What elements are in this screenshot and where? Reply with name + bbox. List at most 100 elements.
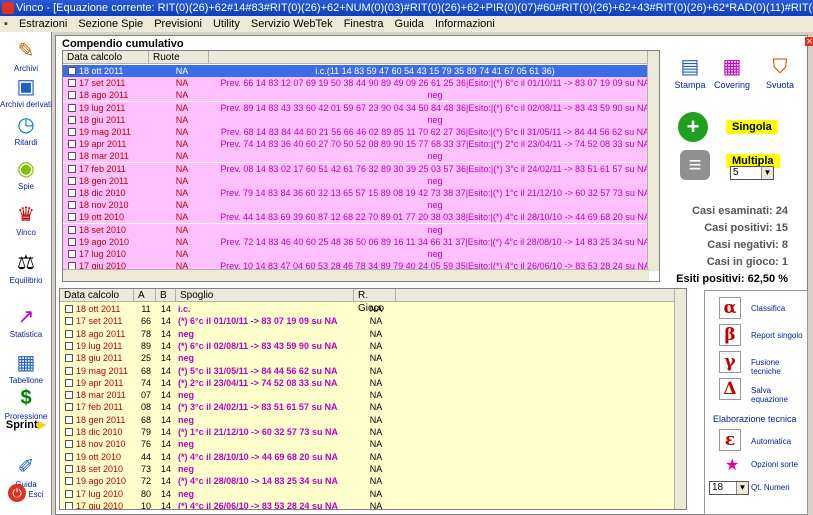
vertical-scrollbar[interactable] [674, 289, 686, 509]
table-row[interactable]: 18 gen 2011 68 14 neg NA [60, 414, 676, 426]
row-checkbox[interactable] [65, 354, 73, 363]
table-row[interactable]: 19 lug 2011 89 14 (*) 6°c il 02/08/11 -> 83… [60, 340, 676, 352]
menu-previsioni[interactable]: Previsioni [150, 18, 206, 30]
row-checkbox[interactable] [68, 164, 76, 173]
table-row[interactable]: 18 set 2010 NA neg [63, 223, 649, 236]
gamma-icon[interactable]: γ [719, 351, 741, 373]
table-row[interactable]: 17 feb 2011 NA Prev. 08 14 83 02 17 60 51 … [63, 162, 650, 175]
row-checkbox[interactable] [68, 115, 76, 124]
opzioni-sorte-label[interactable]: Opzioni sorte [751, 460, 798, 469]
table-row[interactable]: 19 apr 2011 74 14 (*) 2°c il 23/04/11 -> 74… [60, 377, 676, 389]
col-header-r-gioco[interactable]: R. Gioco [354, 289, 396, 314]
table-row[interactable]: 19 ott 2010 44 14 (*) 4°c il 28/10/10 -> 44… [60, 451, 676, 463]
table-row[interactable]: 18 set 2010 73 14 neg NA [60, 463, 676, 475]
vertical-scrollbar[interactable] [647, 51, 659, 271]
multipla-select[interactable]: 5 ▼ [730, 166, 774, 180]
row-checkbox[interactable] [68, 128, 76, 136]
fusione-tecniche-label[interactable]: Fusione tecniche [751, 358, 807, 376]
row-checkbox[interactable] [68, 189, 76, 197]
col-header-b[interactable]: B [156, 289, 176, 302]
table-row[interactable]: 17 set 2011 NA Prev. 66 14 83 12 07 69 19 … [63, 77, 650, 90]
star-icon[interactable]: ★ [725, 455, 739, 475]
menu-sezione-spie[interactable]: Sezione Spie [74, 18, 147, 30]
covering-button[interactable]: ▦ Covering [712, 54, 752, 90]
tool-sprint[interactable]: Sprint▶ [0, 418, 52, 432]
classifica-label[interactable]: Classifica [751, 304, 785, 313]
table-row[interactable]: 17 lug 2010 80 14 neg NA [60, 488, 676, 500]
row-checkbox[interactable] [68, 140, 76, 149]
row-checkbox[interactable] [65, 464, 73, 473]
col-header-ruote[interactable]: Ruote [149, 51, 209, 64]
epsilon-icon[interactable]: ε [719, 429, 741, 451]
tool-equilibrio[interactable]: ⚖ Equilibrio [0, 248, 52, 286]
row-checkbox[interactable] [68, 152, 76, 161]
row-checkbox[interactable] [65, 378, 73, 387]
row-checkbox[interactable] [65, 317, 73, 326]
table-row[interactable]: 18 nov 2010 NA neg [63, 199, 649, 212]
row-checkbox[interactable] [65, 341, 73, 350]
menu-informazioni[interactable]: Informazioni [431, 18, 499, 30]
row-checkbox[interactable] [65, 366, 73, 375]
row-checkbox[interactable] [68, 213, 76, 222]
menu-estrazioni[interactable]: Estrazioni [15, 18, 71, 30]
row-checkbox[interactable] [65, 452, 73, 461]
col-header-data[interactable]: Data calcolo [63, 51, 149, 64]
table-row[interactable]: 19 lug 2011 NA Prev. 89 14 83 43 33 60 42 … [63, 101, 650, 114]
col-header-data[interactable]: Data calcolo [60, 289, 134, 302]
delta-icon[interactable]: Δ [719, 378, 741, 400]
menu-utility[interactable]: Utility [209, 18, 244, 30]
menu-finestra[interactable]: Finestra [340, 18, 388, 30]
menu-guida[interactable]: Guida [391, 18, 428, 30]
tool-archivi-derivati[interactable]: ▣ Archivi derivati [0, 72, 52, 110]
compendio-grid[interactable]: Data calcolo Ruote 18 ott 2011 NA i.c.(11 … [62, 50, 660, 282]
table-row[interactable]: 17 feb 2011 08 14 (*) 3°c il 24/02/11 -> 83… [60, 401, 676, 413]
row-checkbox[interactable] [68, 225, 76, 234]
table-row[interactable]: 18 nov 2010 76 14 neg NA [60, 438, 676, 450]
table-row[interactable]: 19 ago 2010 72 14 (*) 4°c il 28/08/10 -> 14… [60, 475, 676, 487]
tool-tabellone[interactable]: ▦ Tabellone [0, 348, 52, 386]
row-checkbox[interactable] [65, 489, 73, 498]
tool-vinco[interactable]: ♛ Vinco [0, 200, 52, 238]
report-singolo-label[interactable]: Report singolo [751, 331, 803, 340]
qt-numeri-select[interactable]: 18 ▼ [709, 481, 749, 495]
col-header-spoglio[interactable]: Spoglio [176, 289, 354, 302]
table-row[interactable]: 18 mar 2011 NA neg [63, 150, 649, 163]
table-row[interactable]: 18 giu 2011 NA neg [63, 113, 649, 126]
stampa-button[interactable]: ▤ Stampa [670, 54, 710, 90]
singola-button[interactable]: Singola [726, 120, 778, 134]
table-row[interactable]: 17 set 2011 66 14 (*) 6°c il 01/10/11 -> 83… [60, 315, 676, 327]
table-row[interactable]: 18 ott 2011 NA i.c.(11 14 83 59 47 60 54 4… [63, 65, 649, 77]
tool-ritardi[interactable]: ◷ Ritardi [0, 110, 52, 148]
row-checkbox[interactable] [65, 391, 73, 400]
alpha-icon[interactable]: α [719, 297, 741, 319]
col-header-a[interactable]: A [134, 289, 156, 302]
row-checkbox[interactable] [68, 91, 76, 100]
svuota-button[interactable]: ⛉ Svuota [760, 54, 800, 90]
table-row[interactable]: 19 mag 2011 68 14 (*) 5°c il 31/05/11 -> 84… [60, 365, 676, 377]
table-row[interactable]: 19 apr 2011 NA Prev. 74 14 83 36 40 60 27 … [63, 138, 650, 151]
table-row[interactable]: 18 dic 2010 79 14 (*) 1°c il 21/12/10 -> 60… [60, 426, 676, 438]
tool-esci[interactable]: ⏻ Esci [0, 484, 52, 502]
menu-app-icon[interactable]: ▪ [0, 18, 12, 30]
row-checkbox[interactable] [65, 329, 73, 338]
add-single-icon[interactable]: + [678, 112, 708, 142]
table-row[interactable]: 18 ago 2011 78 14 neg NA [60, 328, 676, 340]
table-row[interactable]: 18 gen 2011 NA neg [63, 174, 649, 187]
table-row[interactable]: 18 ago 2011 NA neg [63, 89, 649, 102]
row-checkbox[interactable] [65, 428, 73, 436]
row-checkbox[interactable] [65, 415, 73, 424]
row-checkbox[interactable] [65, 501, 73, 509]
database-add-icon[interactable]: ≡ [680, 150, 710, 180]
table-row[interactable]: 18 mar 2011 07 14 neg NA [60, 389, 676, 401]
tool-statistica[interactable]: ↗ Statistica [0, 302, 52, 340]
salva-equazione-label[interactable]: Salva equazione [751, 386, 807, 404]
tool-spie[interactable]: ◉ Spie [0, 154, 52, 192]
table-row[interactable]: 18 giu 2011 25 14 neg NA [60, 352, 676, 364]
row-checkbox[interactable] [65, 440, 73, 449]
row-checkbox[interactable] [65, 477, 73, 486]
tool-proressione[interactable]: $ Proressione [0, 384, 52, 422]
row-checkbox[interactable] [65, 403, 73, 412]
row-checkbox[interactable] [68, 201, 76, 210]
table-row[interactable]: 17 lug 2010 NA neg [63, 248, 649, 260]
table-row[interactable]: 19 mag 2011 NA Prev. 68 14 83 84 44 60 21 … [63, 126, 649, 138]
